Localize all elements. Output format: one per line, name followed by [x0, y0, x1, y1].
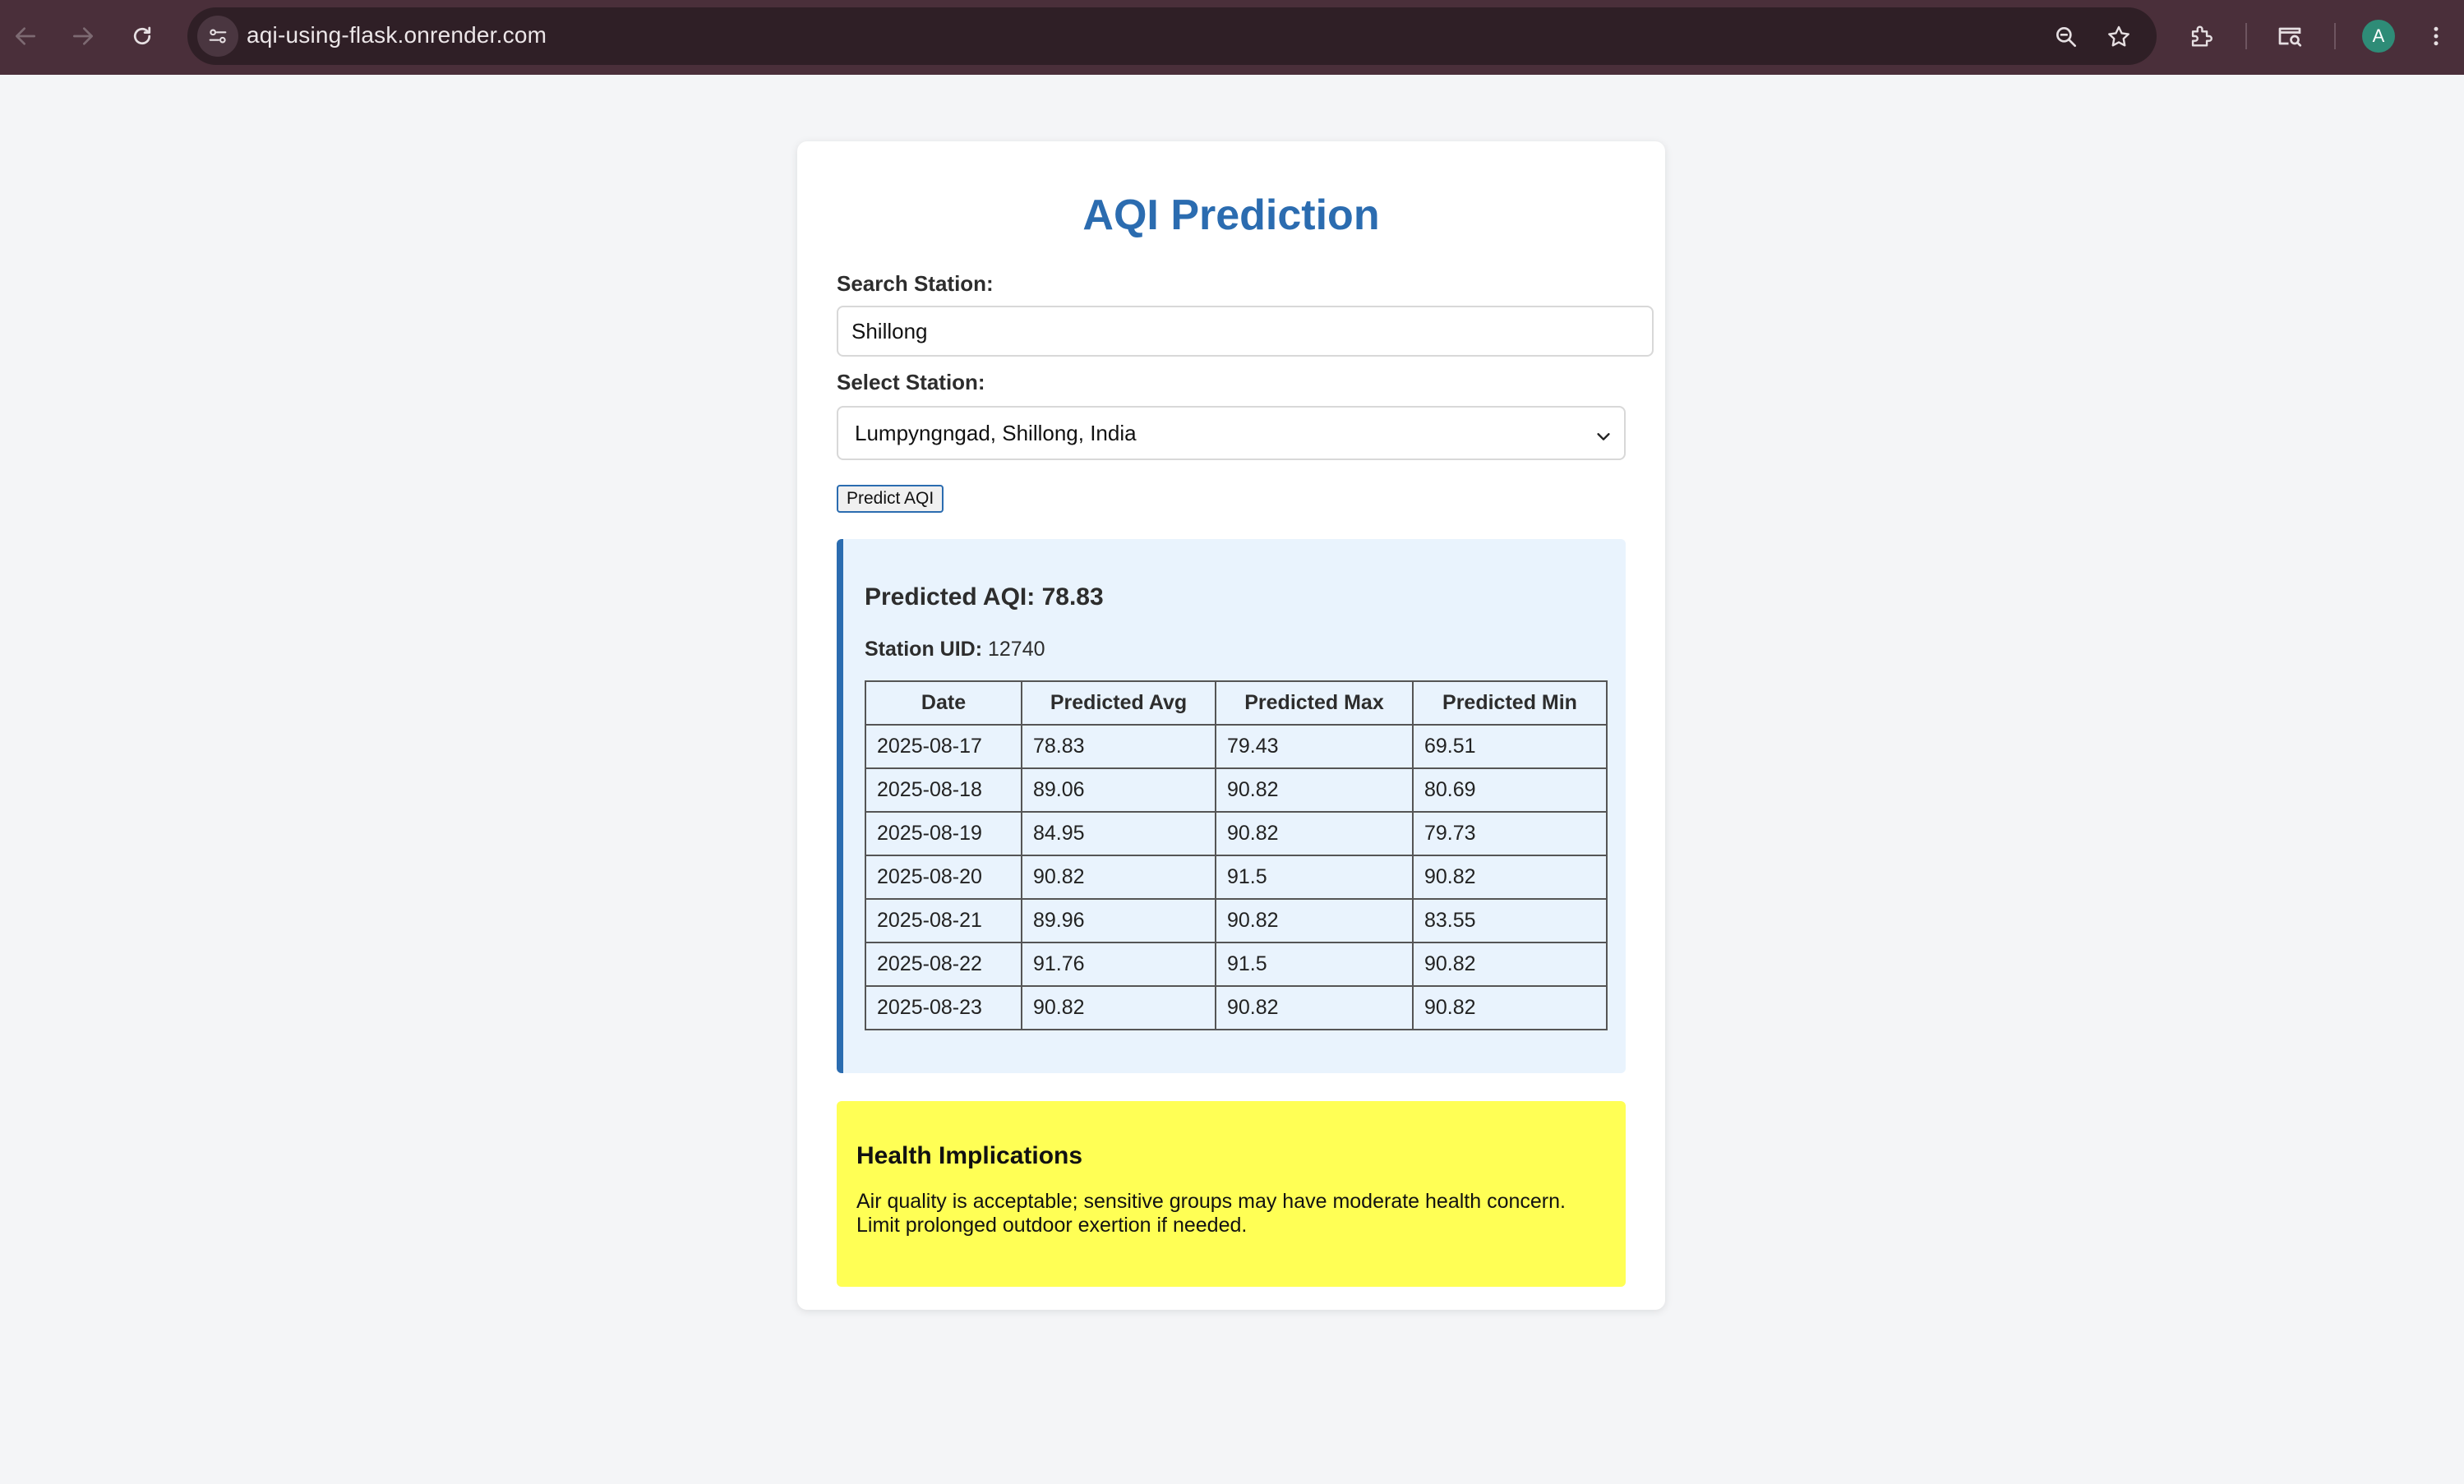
cell-max: 79.43 [1215, 724, 1414, 769]
column-header-min: Predicted Min [1412, 680, 1608, 726]
predicted-aqi-heading: Predicted AQI: 78.83 [865, 583, 1104, 611]
station-select-value: Lumpyngngad, Shillong, India [855, 420, 1137, 445]
chevron-down-icon [1594, 426, 1613, 451]
address-bar[interactable]: aqi-using-flask.onrender.com [187, 7, 2157, 65]
cell-date: 2025-08-22 [865, 942, 1022, 987]
cell-avg: 89.06 [1021, 767, 1216, 813]
cell-date: 2025-08-20 [865, 855, 1022, 900]
table-row: 2025-08-20 90.82 91.5 90.82 [865, 855, 1608, 900]
cell-min: 83.55 [1412, 898, 1608, 943]
cell-max: 90.82 [1215, 898, 1414, 943]
health-implications-text: Air quality is acceptable; sensitive gro… [856, 1190, 1566, 1237]
table-row: 2025-08-18 89.06 90.82 80.69 [865, 767, 1608, 813]
station-uid: Station UID: 12740 [865, 638, 1045, 661]
cell-date: 2025-08-18 [865, 767, 1022, 813]
zoom-icon[interactable] [2050, 21, 2083, 53]
station-uid-label: Station UID: [865, 638, 983, 661]
cell-min: 90.82 [1412, 855, 1608, 900]
more-menu-icon[interactable] [2416, 16, 2456, 56]
select-station-label: Select Station: [837, 370, 985, 394]
profile-avatar[interactable]: A [2362, 20, 2395, 53]
column-header-max: Predicted Max [1215, 680, 1414, 726]
cell-avg: 84.95 [1021, 811, 1216, 856]
column-header-avg: Predicted Avg [1021, 680, 1216, 726]
health-implications-panel: Health Implications Air quality is accep… [837, 1101, 1626, 1287]
bookmark-star-icon[interactable] [2102, 21, 2135, 53]
cell-max: 90.82 [1215, 767, 1414, 813]
table-row: 2025-08-21 89.96 90.82 83.55 [865, 898, 1608, 943]
back-icon[interactable] [6, 16, 45, 56]
tab-search-icon[interactable] [2270, 16, 2309, 56]
browser-toolbar: aqi-using-flask.onrender.com A [0, 0, 2464, 75]
cell-max: 91.5 [1215, 855, 1414, 900]
table-row: 2025-08-23 90.82 90.82 90.82 [865, 985, 1608, 1030]
cell-min: 80.69 [1412, 767, 1608, 813]
aqi-card: AQI Prediction Search Station: Select St… [797, 141, 1665, 1310]
table-row: 2025-08-19 84.95 90.82 79.73 [865, 811, 1608, 856]
cell-date: 2025-08-23 [865, 985, 1022, 1030]
station-uid-value: 12740 [988, 638, 1045, 661]
health-implications-title: Health Implications [856, 1142, 1083, 1169]
search-station-label: Search Station: [837, 271, 994, 296]
url-text[interactable]: aqi-using-flask.onrender.com [247, 21, 547, 50]
toolbar-separator [2245, 23, 2247, 49]
cell-date: 2025-08-19 [865, 811, 1022, 856]
site-settings-icon[interactable] [197, 16, 238, 57]
cell-min: 90.82 [1412, 942, 1608, 987]
table-row: 2025-08-22 91.76 91.5 90.82 [865, 942, 1608, 987]
cell-avg: 78.83 [1021, 724, 1216, 769]
station-select[interactable]: Lumpyngngad, Shillong, India [837, 406, 1626, 460]
table-header-row: Date Predicted Avg Predicted Max Predict… [865, 680, 1608, 726]
cell-date: 2025-08-21 [865, 898, 1022, 943]
predict-aqi-button[interactable]: Predict AQI [837, 485, 944, 513]
cell-min: 69.51 [1412, 724, 1608, 769]
reload-icon[interactable] [122, 16, 162, 56]
cell-min: 79.73 [1412, 811, 1608, 856]
extensions-icon[interactable] [2181, 16, 2221, 56]
cell-avg: 89.96 [1021, 898, 1216, 943]
forecast-table: Date Predicted Avg Predicted Max Predict… [865, 680, 1608, 1030]
toolbar-separator [2334, 23, 2336, 49]
forward-icon[interactable] [63, 16, 103, 56]
cell-avg: 90.82 [1021, 985, 1216, 1030]
cell-max: 90.82 [1215, 811, 1414, 856]
cell-max: 90.82 [1215, 985, 1414, 1030]
cell-date: 2025-08-17 [865, 724, 1022, 769]
cell-max: 91.5 [1215, 942, 1414, 987]
search-station-input[interactable] [837, 306, 1654, 357]
cell-min: 90.82 [1412, 985, 1608, 1030]
column-header-date: Date [865, 680, 1022, 726]
prediction-result-panel: Predicted AQI: 78.83 Station UID: 12740 … [837, 539, 1626, 1073]
cell-avg: 91.76 [1021, 942, 1216, 987]
table-row: 2025-08-17 78.83 79.43 69.51 [865, 724, 1608, 769]
cell-avg: 90.82 [1021, 855, 1216, 900]
page-title: AQI Prediction [1082, 191, 1380, 239]
